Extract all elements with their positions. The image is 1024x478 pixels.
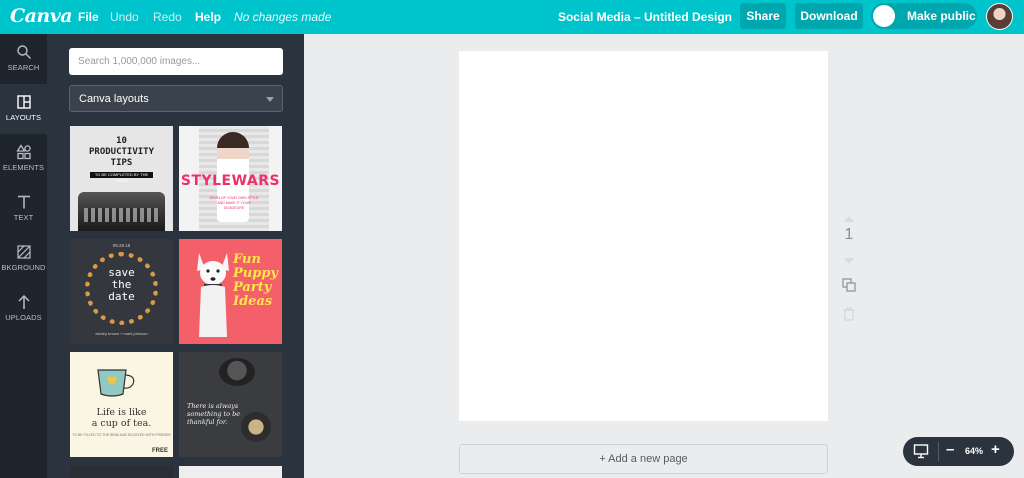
layout-source-select[interactable]: Canva layouts: [69, 85, 283, 112]
zoom-control: – 64% +: [903, 437, 1014, 466]
rail-item-background[interactable]: BKGROUND: [0, 234, 47, 284]
add-page-button[interactable]: + Add a new page: [459, 444, 828, 474]
rail-label: TEXT: [13, 213, 34, 222]
layout-tile-thankful[interactable]: There is always something to be thankful…: [179, 352, 282, 457]
tile-title-line: Party: [233, 280, 272, 295]
present-icon: [913, 444, 929, 459]
tile-title-line: a cup of tea.: [91, 418, 152, 429]
rail-item-text[interactable]: TEXT: [0, 184, 47, 234]
zoom-level: 64%: [965, 446, 984, 456]
image-search-input[interactable]: [69, 48, 283, 75]
layout-tile-puppy-party[interactable]: Fun Puppy Party Ideas: [179, 239, 282, 344]
layout-source-value: Canva layouts: [79, 93, 149, 105]
rail-label: UPLOADS: [5, 313, 42, 322]
tile-title: 10 PRODUCTIVITY TIPS: [70, 136, 173, 169]
page-number: 1: [844, 226, 854, 243]
layouts-panel: Canva layouts 10 PRODUCTIVITY TIPS TO BE…: [47, 34, 304, 478]
rail-item-elements[interactable]: ELEMENTS: [0, 134, 47, 184]
zoom-in-button[interactable]: +: [991, 441, 1000, 458]
rail-item-layouts[interactable]: LAYOUTS: [0, 84, 47, 134]
tile-title-line: 10: [116, 136, 127, 146]
rail-item-uploads[interactable]: UPLOADS: [0, 284, 47, 334]
dog-image: [197, 253, 229, 337]
layout-tile-partial[interactable]: [179, 466, 282, 478]
tile-title-line: Puppy: [233, 266, 278, 281]
tile-strip: TO BE COMPLETED BY THE WEEK: [90, 172, 153, 183]
search-icon: [16, 45, 31, 59]
make-public-toggle[interactable]: Make public: [871, 3, 977, 29]
tile-names: ashley brown + mark johnson: [95, 331, 148, 336]
layout-tile-tea[interactable]: Life is like a cup of tea. TO BE FILLED …: [70, 352, 173, 457]
tile-title-line: date: [108, 290, 135, 303]
tile-subtitle: DEVELOP YOUR OWN STYLE AND MAKE IT YOUR …: [209, 196, 259, 210]
duplicate-page-button[interactable]: [838, 278, 860, 297]
rail-label: LAYOUTS: [5, 113, 42, 122]
design-page[interactable]: [459, 51, 828, 421]
tile-title-line: Ideas: [233, 294, 273, 309]
teacup-icon: [97, 369, 135, 397]
rail-item-search[interactable]: SEARCH: [0, 34, 47, 84]
avatar[interactable]: [986, 3, 1013, 30]
delete-page-button[interactable]: [838, 307, 860, 326]
rail-label: BKGROUND: [1, 263, 46, 272]
tile-date: 09.28.18: [112, 243, 131, 248]
tile-title: save the date: [70, 267, 173, 303]
menu-help[interactable]: Help: [195, 10, 221, 24]
layout-tile-stylewars[interactable]: STYLEWARS DEVELOP YOUR OWN STYLE AND MAK…: [179, 126, 282, 231]
elements-icon: [15, 144, 31, 160]
tile-title-line: PRODUCTIVITY: [88, 147, 155, 157]
rail-label: ELEMENTS: [2, 163, 45, 172]
tile-strip-text: TO BE COMPLETED BY THE WEEK: [94, 172, 149, 183]
typewriter-keys: [84, 208, 159, 222]
top-bar: Canva File Undo Redo Help No changes mad…: [0, 0, 1024, 34]
rail-label: SEARCH: [7, 63, 40, 72]
menu-redo[interactable]: Redo: [153, 10, 182, 24]
zoom-divider: [938, 442, 939, 461]
copy-icon: [842, 278, 856, 292]
layout-tile-productivity[interactable]: 10 PRODUCTIVITY TIPS TO BE COMPLETED BY …: [70, 126, 173, 231]
layout-tile-save-the-date[interactable]: 09.28.18 save the date ashley brown + ma…: [70, 239, 173, 344]
layouts-icon: [16, 95, 31, 109]
mortar-image: [219, 358, 255, 386]
toggle-knob: [873, 5, 895, 27]
menu-file[interactable]: File: [78, 10, 99, 24]
chevron-down-icon: [266, 97, 274, 102]
background-icon: [16, 245, 31, 259]
canva-logo[interactable]: Canva: [10, 5, 73, 27]
tile-title: Life is like a cup of tea.: [70, 407, 173, 429]
document-title[interactable]: Social Media – Untitled Design: [558, 10, 732, 24]
upload-icon: [17, 294, 30, 309]
text-icon: [17, 195, 30, 209]
chevron-up-icon: [844, 216, 854, 222]
menu-undo[interactable]: Undo: [110, 10, 139, 24]
move-page-down-button[interactable]: [838, 252, 860, 270]
chevron-down-icon: [844, 258, 854, 264]
zoom-out-button[interactable]: –: [946, 441, 954, 458]
tile-title-line: Fun: [233, 252, 261, 267]
tile-quote: There is always something to be thankful…: [187, 402, 241, 426]
free-badge: FREE: [151, 448, 168, 454]
side-rail: SEARCH LAYOUTS ELEMENTS TEXT BKGROUND UP…: [0, 34, 47, 478]
present-button[interactable]: [913, 443, 929, 464]
make-public-label: Make public: [907, 9, 976, 23]
trash-icon: [843, 307, 855, 321]
tile-subtitle: TO BE FILLED TO THE BRIM AND ENJOYED WIT…: [72, 433, 171, 437]
share-button[interactable]: Share: [740, 3, 786, 29]
layout-tile-partial[interactable]: [70, 466, 173, 478]
tile-title-line: Life is like: [96, 407, 147, 418]
download-button[interactable]: Download: [795, 3, 863, 29]
save-status: No changes made: [234, 10, 332, 24]
tile-title: Fun Puppy Party Ideas: [233, 253, 282, 309]
tile-title: STYLEWARS: [180, 173, 281, 189]
tile-title-line: TIPS: [110, 158, 133, 168]
